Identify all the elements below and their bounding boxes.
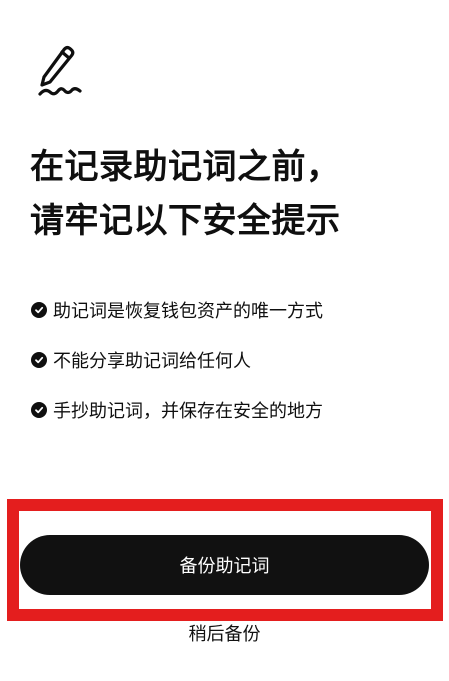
page-title: 在记录助记词之前， 请牢记以下安全提示 — [30, 140, 430, 248]
title-line-2: 请牢记以下安全提示 — [30, 201, 341, 241]
backup-later-link[interactable]: 稍后备份 — [0, 620, 449, 646]
list-item: 手抄助记词，并保存在安全的地方 — [31, 395, 431, 425]
check-circle-icon — [31, 352, 47, 368]
title-line-1: 在记录助记词之前， — [30, 147, 341, 187]
list-item: 不能分享助记词给任何人 — [31, 345, 431, 375]
backup-mnemonic-button[interactable]: 备份助记词 — [20, 535, 429, 595]
security-tips-list: 助记词是恢复钱包资产的唯一方式 不能分享助记词给任何人 手抄助记词，并保存在安全… — [31, 295, 431, 445]
tip-text: 不能分享助记词给任何人 — [53, 351, 251, 372]
list-item: 助记词是恢复钱包资产的唯一方式 — [31, 295, 431, 325]
check-circle-icon — [31, 402, 47, 418]
check-circle-icon — [31, 302, 47, 318]
pen-signature-icon — [36, 44, 84, 98]
tip-text: 手抄助记词，并保存在安全的地方 — [53, 401, 323, 422]
tip-text: 助记词是恢复钱包资产的唯一方式 — [53, 301, 323, 322]
